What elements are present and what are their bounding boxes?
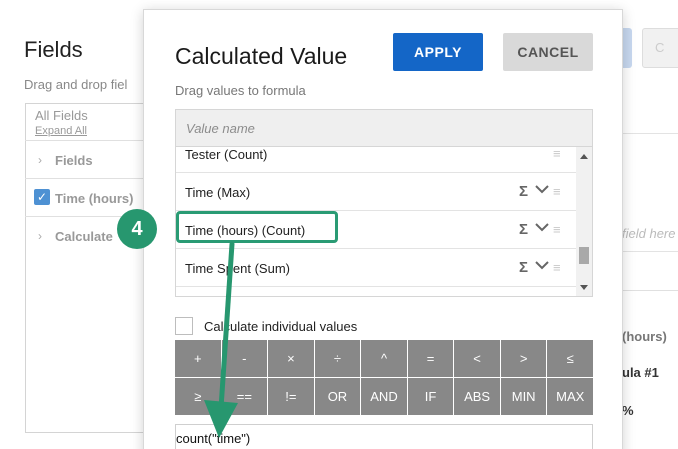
operator-or-button[interactable]: OR: [314, 378, 361, 415]
divider: [620, 133, 678, 134]
field-row-fields[interactable]: › Fields: [25, 140, 145, 178]
chevron-right-icon: ›: [38, 229, 42, 243]
operator-and-button[interactable]: AND: [361, 378, 407, 415]
expand-all-link[interactable]: Expand All: [35, 125, 87, 137]
operator-equals-button[interactable]: =: [407, 340, 454, 377]
drag-handle-icon[interactable]: ≡: [553, 184, 561, 199]
field-label: Fields: [55, 153, 93, 168]
drop-zone-hint: field here: [622, 226, 676, 241]
sigma-icon[interactable]: Σ: [519, 259, 528, 276]
column-header: ula #1: [622, 365, 659, 380]
field-label: Calculate: [55, 229, 113, 244]
calculate-individual-checkbox[interactable]: [175, 317, 193, 335]
highlight-box: [176, 211, 338, 243]
column-header: (hours): [622, 329, 667, 344]
operator-divide-button[interactable]: ÷: [314, 340, 361, 377]
list-item-time-max[interactable]: Time (Max) Σ ≡: [176, 173, 576, 211]
operator-power-button[interactable]: ^: [361, 340, 407, 377]
divider: [620, 251, 678, 252]
scroll-down-icon[interactable]: [580, 285, 588, 290]
operator-greater-button[interactable]: >: [500, 340, 547, 377]
all-fields-label: All Fields: [35, 108, 88, 123]
field-label: Time (hours): [55, 191, 134, 206]
page-title: Fields: [24, 37, 83, 62]
sigma-icon[interactable]: Σ: [519, 183, 528, 200]
operator-if-button[interactable]: IF: [407, 378, 454, 415]
operator-min-button[interactable]: MIN: [500, 378, 547, 415]
scroll-up-icon[interactable]: [580, 154, 588, 159]
cancel-button[interactable]: CANCEL: [503, 33, 593, 71]
drag-handle-icon[interactable]: ≡: [553, 260, 561, 275]
list-scrollbar[interactable]: [576, 147, 592, 296]
chevron-down-icon[interactable]: [534, 258, 550, 272]
drag-handle-icon[interactable]: ≡: [553, 222, 561, 237]
list-item-label: Tester (Count): [185, 147, 268, 162]
operator-abs-button[interactable]: ABS: [454, 378, 500, 415]
operator-max-button[interactable]: MAX: [547, 378, 593, 415]
list-item-tester-count[interactable]: Tester (Count) ≡: [176, 147, 576, 173]
list-item-label: Time (Max): [185, 185, 251, 200]
operator-multiply-button[interactable]: ×: [268, 340, 314, 377]
sigma-icon[interactable]: Σ: [519, 221, 528, 238]
checkbox-checked-icon[interactable]: ✓: [34, 189, 50, 205]
scroll-thumb[interactable]: [579, 247, 589, 264]
page-subtitle: Drag and drop fiel: [24, 77, 128, 92]
dialog-title: Calculated Value: [175, 43, 348, 69]
cell-value: %: [622, 403, 634, 418]
operator-not-equal-button[interactable]: !=: [268, 378, 314, 415]
background-cancel-label: C: [655, 40, 665, 55]
apply-button[interactable]: APPLY: [393, 33, 483, 71]
chevron-right-icon: ›: [38, 153, 42, 167]
arrow-down-icon: [204, 241, 238, 438]
drag-handle-icon[interactable]: ≡: [553, 147, 561, 161]
background-cancel-button[interactable]: C: [642, 28, 678, 68]
dialog-subtitle: Drag values to formula: [175, 83, 306, 98]
value-name-input[interactable]: [175, 109, 593, 147]
operator-less-button[interactable]: <: [454, 340, 500, 377]
operator-less-equal-button[interactable]: ≤: [547, 340, 593, 377]
chevron-down-icon[interactable]: [534, 220, 550, 234]
chevron-down-icon[interactable]: [534, 182, 550, 196]
step-number-badge: 4: [117, 209, 157, 249]
